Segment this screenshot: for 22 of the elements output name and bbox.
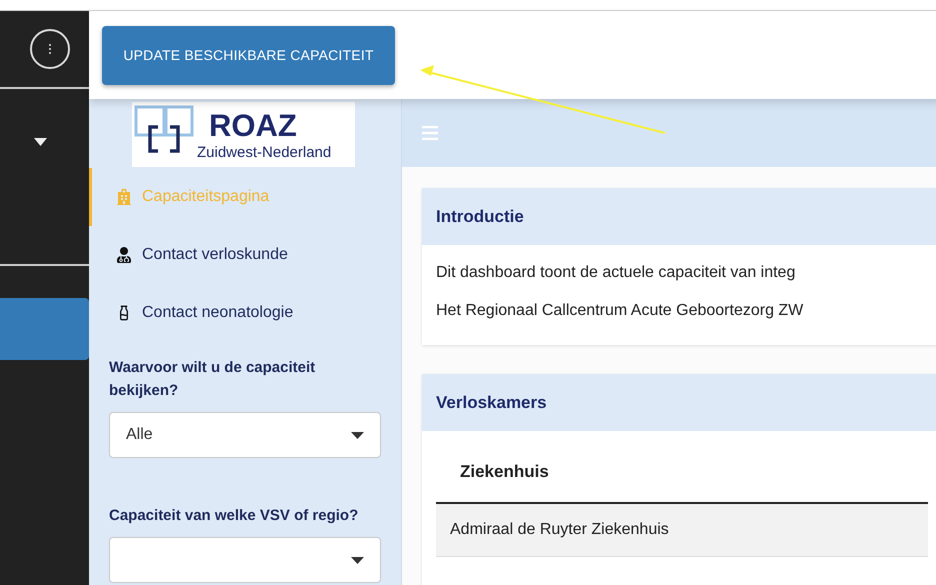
caret-icon[interactable] xyxy=(34,138,47,146)
paragraph: Het Regionaal Callcentrum Acute Geboortezorg ZW xyxy=(436,301,804,321)
caret-icon xyxy=(351,556,364,564)
filter-label: Capaciteit van welke VSV of regio? xyxy=(109,506,359,526)
more-options-button[interactable] xyxy=(30,29,70,69)
table-cell-text: Admiraal de Ruyter Ziekenhuis xyxy=(449,520,669,540)
update-capacity-button[interactable]: UPDATE BESCHIKBARE CAPACITEIT xyxy=(102,26,395,84)
select-field[interactable] xyxy=(109,537,381,583)
card-title: Introductie xyxy=(436,206,524,228)
caret-icon xyxy=(351,432,364,438)
nav-item[interactable]: Contact neonatologie xyxy=(89,284,401,342)
more-icon xyxy=(48,43,52,55)
select-field[interactable]: Alle xyxy=(109,412,381,458)
hospital-icon xyxy=(116,189,132,205)
paragraph: Dit dashboard toont de actuele capaciteit van integ xyxy=(436,263,796,283)
doctor-icon xyxy=(116,247,132,263)
logo-subtitle: Zuidwest-Nederland xyxy=(197,144,332,160)
logo-title: ROAZ xyxy=(209,110,298,140)
filter-label: Waarvoor wilt u de capaciteit bekijken? xyxy=(109,358,316,401)
card-title: Verloskamers xyxy=(436,392,547,414)
nav-item[interactable]: Contact verloskunde xyxy=(89,226,401,284)
column-header: Ziekenhuis xyxy=(459,461,549,483)
